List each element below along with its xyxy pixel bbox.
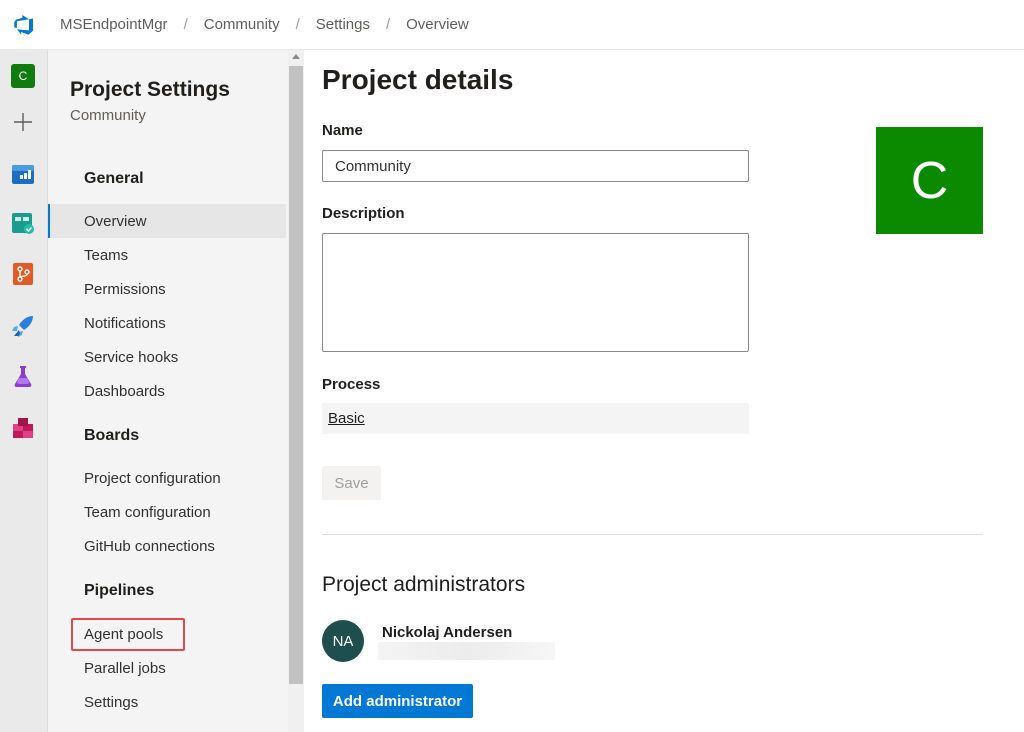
- process-link[interactable]: Basic: [328, 410, 365, 427]
- breadcrumb-separator: /: [385, 16, 391, 33]
- name-label: Name: [322, 122, 363, 139]
- nav-section-general: General: [84, 170, 144, 187]
- breadcrumb-overview[interactable]: Overview: [406, 16, 469, 33]
- project-avatar[interactable]: C: [876, 127, 983, 234]
- project-administrators-heading: Project administrators: [322, 573, 526, 596]
- nav-item-team-configuration[interactable]: Team configuration: [48, 495, 286, 529]
- breadcrumb: MSEndpointMgr / Community / Settings / O…: [60, 16, 469, 33]
- nav-item-dashboards[interactable]: Dashboards: [48, 374, 286, 408]
- nav-item-github-connections[interactable]: GitHub connections: [48, 529, 286, 563]
- highlight-annotation: [71, 618, 185, 651]
- settings-nav: Project Settings Community General Overv…: [48, 50, 288, 732]
- repos-icon[interactable]: [9, 260, 37, 288]
- description-textarea[interactable]: [322, 233, 749, 352]
- nav-item-parallel-jobs[interactable]: Parallel jobs: [48, 651, 286, 685]
- artifacts-icon[interactable]: [9, 414, 37, 442]
- nav-scrollbar[interactable]: [288, 50, 304, 732]
- breadcrumb-separator: /: [183, 16, 188, 33]
- project-name-input[interactable]: [322, 150, 749, 182]
- top-bar: MSEndpointMgr / Community / Settings / O…: [0, 0, 1024, 50]
- new-item-icon[interactable]: [9, 108, 37, 136]
- pipelines-icon[interactable]: [9, 312, 37, 340]
- nav-item-permissions[interactable]: Permissions: [48, 272, 286, 306]
- nav-subtitle: Community: [70, 107, 146, 124]
- section-divider: [322, 534, 983, 535]
- nav-item-notifications[interactable]: Notifications: [48, 306, 286, 340]
- test-plans-icon[interactable]: [9, 209, 37, 237]
- process-field: Basic: [322, 403, 749, 434]
- admin-email-redacted: [378, 642, 555, 660]
- page-title: Project details: [322, 64, 514, 95]
- breadcrumb-separator: /: [295, 16, 300, 33]
- org-switcher[interactable]: C: [9, 62, 37, 90]
- nav-item-settings[interactable]: Settings: [48, 685, 286, 719]
- breadcrumb-project[interactable]: Community: [204, 16, 280, 33]
- nav-section-boards: Boards: [84, 427, 140, 444]
- breadcrumb-settings[interactable]: Settings: [316, 16, 370, 33]
- scroll-thumb[interactable]: [289, 66, 303, 684]
- process-label: Process: [322, 376, 381, 393]
- avatar: NA: [322, 620, 364, 662]
- nav-item-teams[interactable]: Teams: [48, 238, 286, 272]
- test-icon[interactable]: [9, 362, 37, 390]
- save-button[interactable]: Save: [322, 466, 381, 500]
- add-administrator-button[interactable]: Add administrator: [322, 684, 473, 718]
- nav-item-project-configuration[interactable]: Project configuration: [48, 461, 286, 495]
- scroll-up-icon[interactable]: [292, 54, 300, 59]
- nav-section-pipelines: Pipelines: [84, 582, 155, 599]
- main-content: Project details Name Description Process…: [304, 50, 1024, 732]
- breadcrumb-org[interactable]: MSEndpointMgr: [60, 16, 168, 33]
- nav-item-overview[interactable]: Overview: [48, 204, 286, 238]
- org-badge: C: [11, 64, 35, 88]
- nav-item-service-hooks[interactable]: Service hooks: [48, 340, 286, 374]
- description-label: Description: [322, 205, 405, 222]
- boards-icon[interactable]: [9, 160, 37, 188]
- admin-name: Nickolaj Andersen: [382, 624, 513, 641]
- azure-devops-logo-icon[interactable]: [0, 0, 48, 50]
- nav-title: Project Settings: [70, 78, 230, 101]
- left-rail: C: [0, 50, 48, 732]
